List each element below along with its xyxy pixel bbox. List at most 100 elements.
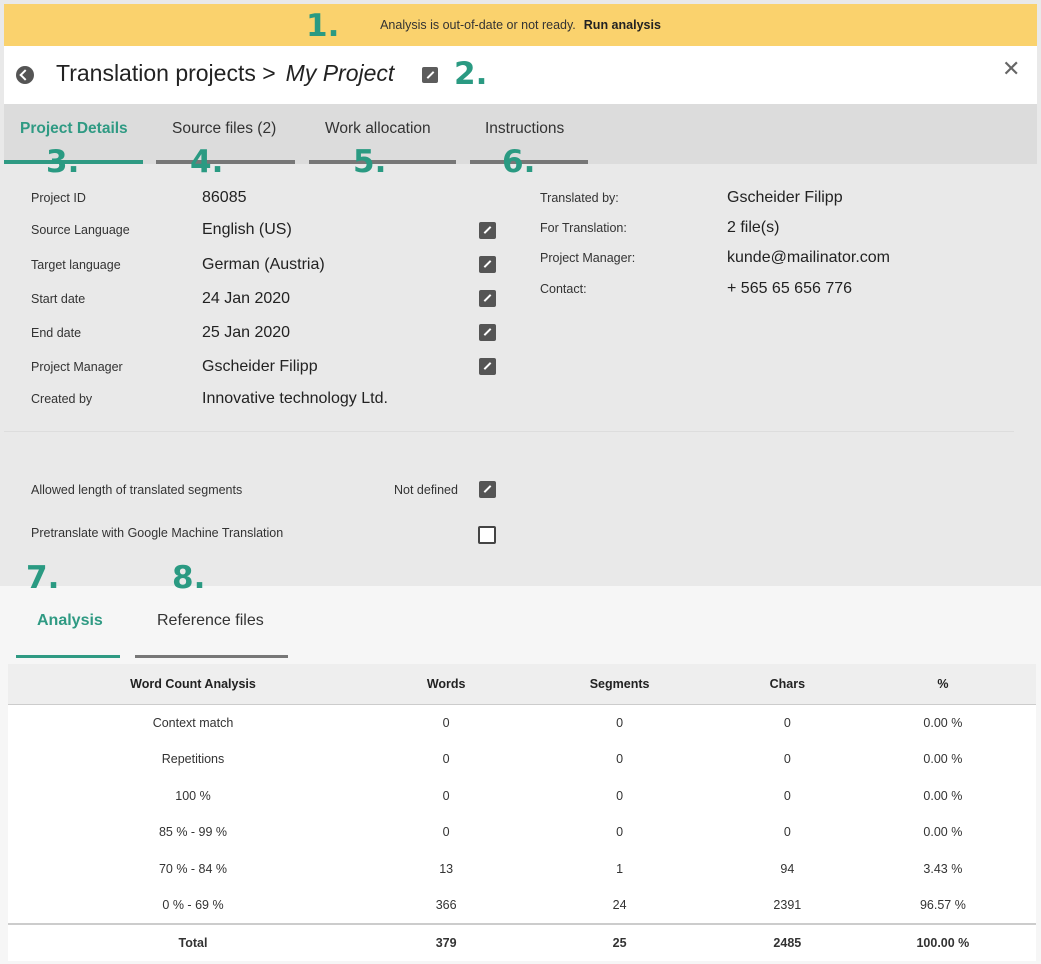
subtab-underline bbox=[135, 655, 288, 658]
project-name: My Project bbox=[285, 60, 395, 86]
label-source-language: Source Language bbox=[31, 223, 130, 237]
cell: 0 bbox=[378, 777, 515, 815]
cell: 3.43 % bbox=[849, 850, 1036, 888]
label-created-by: Created by bbox=[31, 392, 93, 406]
value-project-id: 86085 bbox=[202, 189, 247, 206]
cell: 366 bbox=[378, 887, 515, 925]
cell: Total bbox=[8, 923, 378, 961]
table-header-row: Word Count Analysis Words Segments Chars… bbox=[8, 664, 1036, 705]
col-header: Segments bbox=[514, 664, 725, 705]
tab-project-details[interactable]: Project Details bbox=[20, 120, 128, 138]
cell: 96.57 % bbox=[849, 887, 1036, 925]
close-icon[interactable]: ✕ bbox=[1002, 56, 1020, 82]
cell: 0 bbox=[378, 814, 515, 851]
callout-8: 8. bbox=[172, 560, 206, 596]
tab-instructions[interactable]: Instructions bbox=[485, 120, 564, 138]
label-project-id: Project ID bbox=[31, 191, 86, 205]
label-for-translation: For Translation: bbox=[540, 221, 627, 235]
cell: 85 % - 99 % bbox=[8, 814, 378, 851]
value-target-language: German (Austria) bbox=[202, 256, 325, 273]
table-row: 0 % - 69 % 366 24 2391 96.57 % bbox=[8, 887, 1036, 925]
label-translated-by: Translated by: bbox=[540, 191, 619, 205]
cell: 2391 bbox=[724, 887, 850, 925]
callout-6: 6. bbox=[502, 144, 536, 180]
cell: 0 bbox=[724, 740, 850, 778]
back-arrow-icon[interactable] bbox=[16, 66, 34, 84]
cell: Context match bbox=[8, 704, 378, 741]
cell: 0 bbox=[724, 704, 850, 741]
cell: 70 % - 84 % bbox=[8, 850, 378, 888]
label-end-date: End date bbox=[31, 326, 82, 340]
value-translated-by: Gscheider Filipp bbox=[727, 189, 843, 206]
cell: 0 bbox=[724, 777, 850, 815]
cell: 0 bbox=[514, 814, 725, 851]
word-count-table: Word Count Analysis Words Segments Chars… bbox=[8, 664, 1036, 961]
cell: 379 bbox=[378, 923, 515, 961]
cell: 25 bbox=[514, 923, 725, 961]
callout-3: 3. bbox=[46, 144, 80, 180]
analysis-banner: Analysis is out-of-date or not ready. Run… bbox=[4, 4, 1037, 46]
tab-analysis[interactable]: Analysis bbox=[37, 612, 103, 630]
col-header: Chars bbox=[724, 664, 850, 705]
label-project-manager-email: Project Manager: bbox=[540, 251, 636, 265]
cell: 2485 bbox=[724, 923, 850, 961]
value-allowed-length: Not defined bbox=[394, 483, 458, 497]
label-start-date: Start date bbox=[31, 292, 86, 306]
value-for-translation: 2 file(s) bbox=[727, 219, 780, 236]
edit-project-name-icon[interactable] bbox=[422, 67, 438, 83]
value-contact: + 565 65 656 776 bbox=[727, 280, 853, 297]
edit-source-language-icon[interactable] bbox=[479, 222, 496, 239]
table-row: 100 % 0 0 0 0.00 % bbox=[8, 777, 1036, 815]
value-end-date: 25 Jan 2020 bbox=[202, 324, 291, 341]
cell: 0.00 % bbox=[849, 814, 1036, 851]
cell: 0.00 % bbox=[849, 777, 1036, 815]
col-header: Word Count Analysis bbox=[8, 664, 378, 705]
edit-target-language-icon[interactable] bbox=[479, 256, 496, 273]
value-project-manager: Gscheider Filipp bbox=[202, 358, 318, 375]
edit-allowed-length-icon[interactable] bbox=[479, 481, 496, 498]
subtab-underline bbox=[16, 655, 120, 658]
col-header: Words bbox=[378, 664, 515, 705]
label-project-manager: Project Manager bbox=[31, 360, 123, 374]
cell: 0 bbox=[378, 740, 515, 778]
table-total-row: Total 379 25 2485 100.00 % bbox=[8, 923, 1036, 961]
tab-underline bbox=[156, 160, 295, 164]
cell: 0.00 % bbox=[849, 740, 1036, 778]
cell: 0 % - 69 % bbox=[8, 887, 378, 925]
table-row: 85 % - 99 % 0 0 0 0.00 % bbox=[8, 814, 1036, 851]
edit-end-date-icon[interactable] bbox=[479, 324, 496, 341]
callout-4: 4. bbox=[190, 144, 224, 180]
edit-project-manager-icon[interactable] bbox=[479, 358, 496, 375]
table-row: Context match 0 0 0 0.00 % bbox=[8, 704, 1036, 741]
tab-source-files[interactable]: Source files (2) bbox=[172, 120, 276, 138]
cell: 0 bbox=[724, 814, 850, 851]
cell: 0.00 % bbox=[849, 704, 1036, 741]
table-row: Repetitions 0 0 0 0.00 % bbox=[8, 740, 1036, 778]
table-row: 70 % - 84 % 13 1 94 3.43 % bbox=[8, 850, 1036, 888]
cell: 0 bbox=[514, 777, 725, 815]
cell: 100 % bbox=[8, 777, 378, 815]
run-analysis-link[interactable]: Run analysis bbox=[584, 18, 661, 32]
page-title: Translation projects > My Project bbox=[56, 60, 394, 87]
value-source-language: English (US) bbox=[202, 221, 292, 238]
cell: 100.00 % bbox=[849, 923, 1036, 961]
pretranslate-checkbox[interactable] bbox=[478, 526, 496, 544]
tab-reference-files[interactable]: Reference files bbox=[157, 612, 264, 630]
value-created-by: Innovative technology Ltd. bbox=[202, 390, 388, 407]
breadcrumb-parent[interactable]: Translation projects > bbox=[56, 60, 276, 86]
cell: 0 bbox=[514, 704, 725, 741]
label-pretranslate: Pretranslate with Google Machine Transla… bbox=[31, 526, 284, 540]
label-contact: Contact: bbox=[540, 282, 587, 296]
value-project-manager-email: kunde@mailinator.com bbox=[727, 249, 890, 266]
callout-7: 7. bbox=[26, 560, 60, 596]
tab-work-allocation[interactable]: Work allocation bbox=[325, 120, 431, 138]
page-header: Translation projects > My Project ✕ bbox=[4, 46, 1037, 104]
edit-start-date-icon[interactable] bbox=[479, 290, 496, 307]
section-divider bbox=[4, 431, 1014, 432]
cell: 94 bbox=[724, 850, 850, 888]
cell: 0 bbox=[514, 740, 725, 778]
value-start-date: 24 Jan 2020 bbox=[202, 290, 291, 307]
cell: Repetitions bbox=[8, 740, 378, 778]
callout-5: 5. bbox=[353, 144, 387, 180]
cell: 13 bbox=[378, 850, 515, 888]
